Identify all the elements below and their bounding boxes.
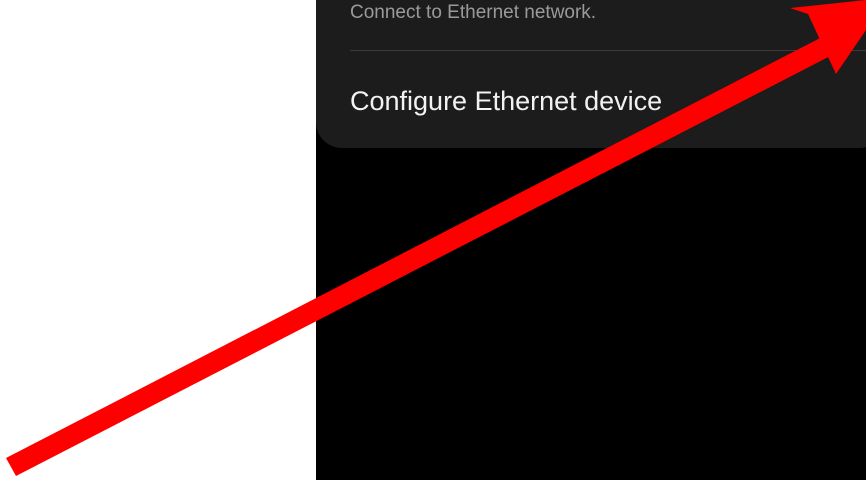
ethernet-item-subtitle: Connect to Ethernet network. (350, 2, 597, 23)
ethernet-settings-card: Connect to Ethernet network. Configure E… (316, 0, 866, 148)
configure-ethernet-device-label: Configure Ethernet device (350, 86, 663, 116)
configure-ethernet-device-item[interactable]: Configure Ethernet device (350, 51, 866, 148)
ethernet-toggle-item[interactable]: Connect to Ethernet network. (350, 0, 850, 50)
ethernet-settings-screen: Connect to Ethernet network. Configure E… (316, 0, 866, 480)
screenshot-canvas: Connect to Ethernet network. Configure E… (0, 0, 866, 480)
